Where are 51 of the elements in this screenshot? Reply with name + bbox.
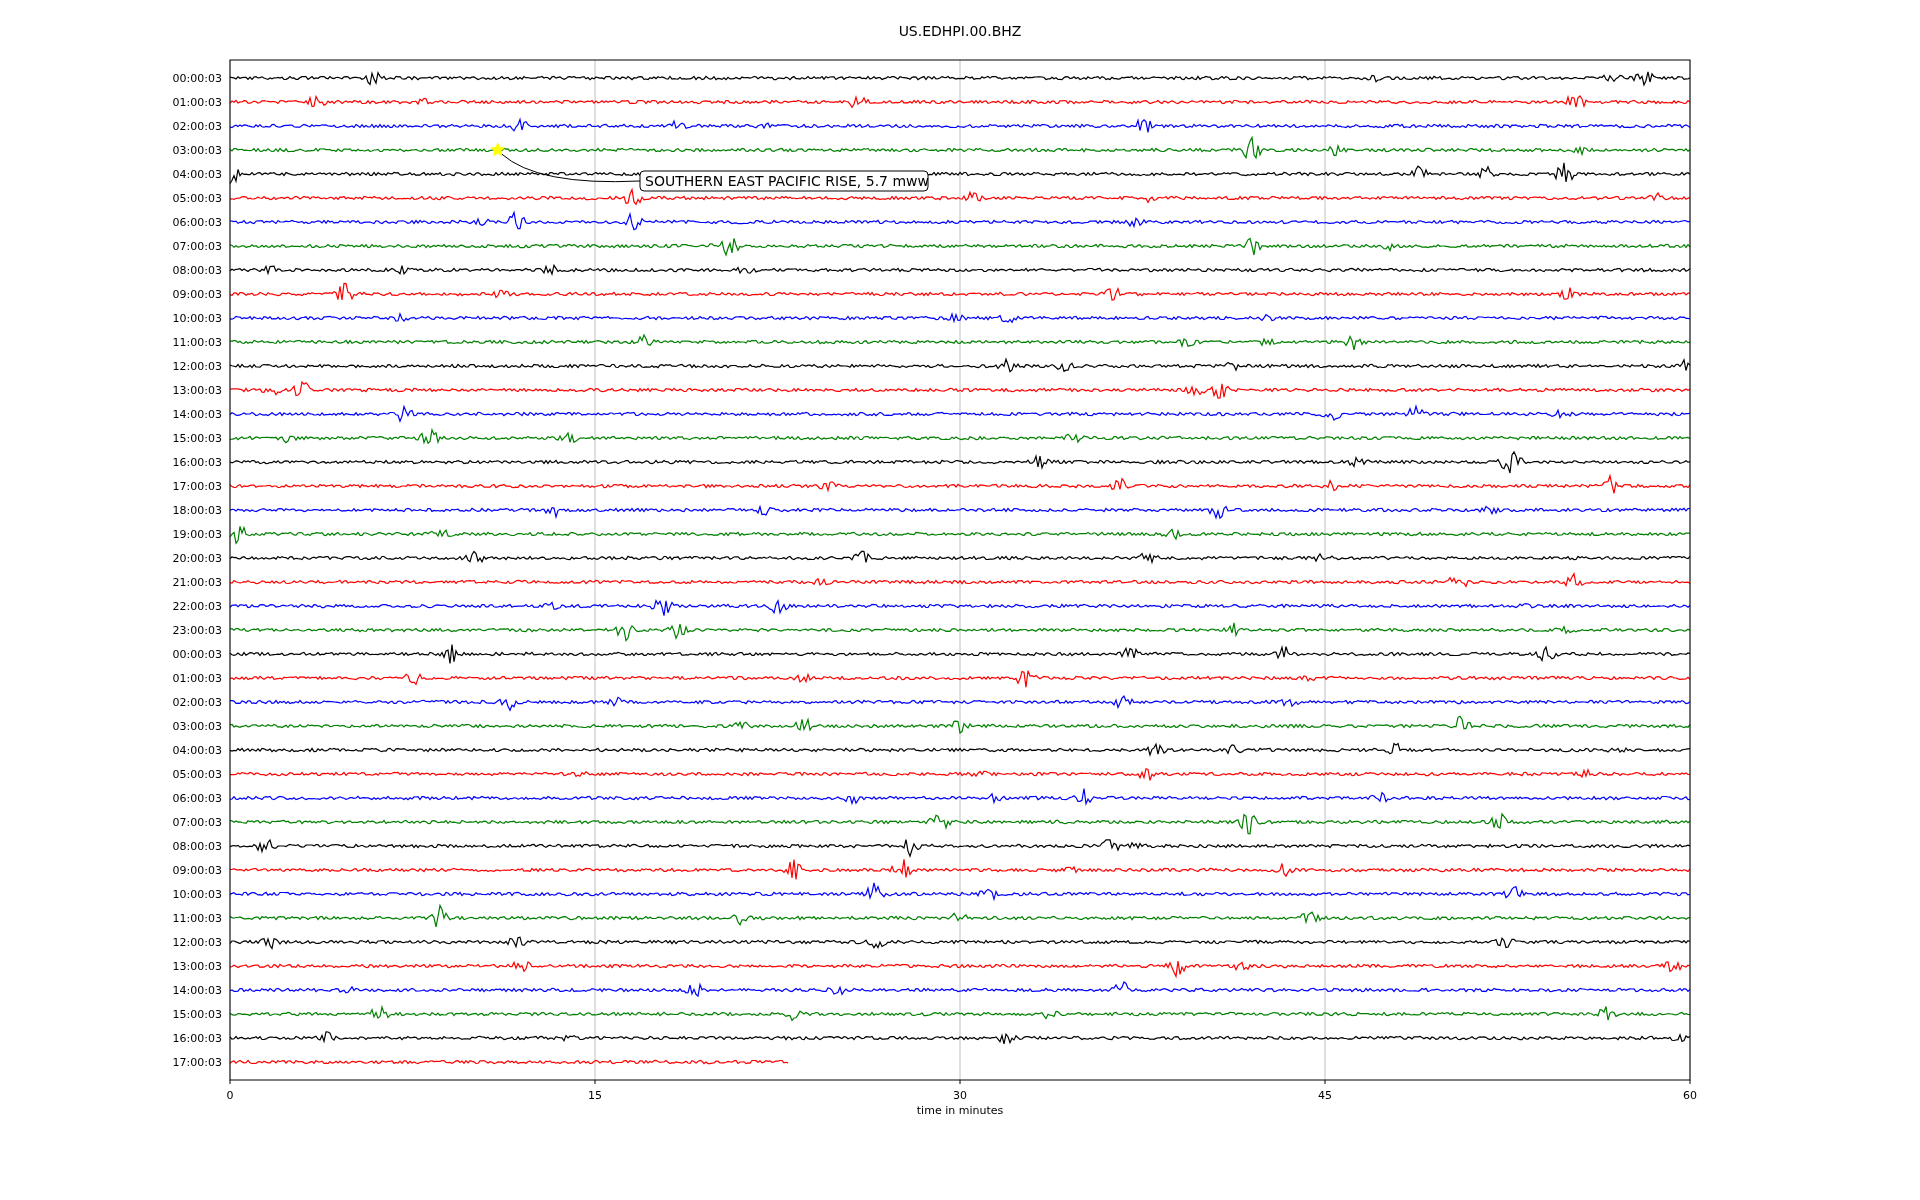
tick-label: 15: [588, 1089, 602, 1102]
time-label: 03:00:03: [172, 144, 222, 157]
time-label: 03:00:03: [172, 720, 222, 733]
time-label: 02:00:03: [172, 120, 222, 133]
time-label: 11:00:03: [172, 336, 222, 349]
time-label: 06:00:03: [172, 792, 222, 805]
time-label: 08:00:03: [172, 264, 222, 277]
time-label: 01:00:03: [172, 96, 222, 109]
time-label: 20:00:03: [172, 552, 222, 565]
time-label: 18:00:03: [172, 504, 222, 517]
time-label: 16:00:03: [172, 456, 222, 469]
time-label: 21:00:03: [172, 576, 222, 589]
time-label: 07:00:03: [172, 816, 222, 829]
time-label: 15:00:03: [172, 1008, 222, 1021]
time-label: 05:00:03: [172, 192, 222, 205]
time-label: 05:00:03: [172, 768, 222, 781]
time-label: 12:00:03: [172, 360, 222, 373]
time-label: 13:00:03: [172, 384, 222, 397]
time-label: 19:00:03: [172, 528, 222, 541]
time-label: 09:00:03: [172, 864, 222, 877]
time-label: 07:00:03: [172, 240, 222, 253]
time-label: 08:00:03: [172, 840, 222, 853]
time-label: 01:00:03: [172, 672, 222, 685]
time-label: 22:00:03: [172, 600, 222, 613]
time-label: 17:00:03: [172, 1056, 222, 1069]
time-label: 10:00:03: [172, 312, 222, 325]
axis-label: time in minutes: [916, 1104, 1004, 1117]
time-label: 11:00:03: [172, 912, 222, 925]
time-label: 12:00:03: [172, 936, 222, 949]
time-label: 15:00:03: [172, 432, 222, 445]
time-label: 00:00:03: [172, 72, 222, 85]
time-label: 13:00:03: [172, 960, 222, 973]
tick-label: 0: [226, 1089, 234, 1102]
time-label: 04:00:03: [172, 168, 222, 181]
time-label: 06:00:03: [172, 216, 222, 229]
time-label: 09:00:03: [172, 288, 222, 301]
time-label: 02:00:03: [172, 696, 222, 709]
time-label: 17:00:03: [172, 480, 222, 493]
time-label: 04:00:03: [172, 744, 222, 757]
event-annotation: SOUTHERN EAST PACIFIC RISE, 5.7 mww: [639, 170, 929, 192]
time-label: 10:00:03: [172, 888, 222, 901]
tick-label: 30: [953, 1089, 967, 1102]
time-label: 23:00:03: [172, 624, 222, 637]
tick-label: 60: [1683, 1089, 1697, 1102]
plot-title: US.EDHPI.00.BHZ: [898, 23, 1022, 39]
star-icon: [490, 142, 506, 157]
time-label: 16:00:03: [172, 1032, 222, 1045]
time-label: 00:00:03: [172, 648, 222, 661]
time-label: 14:00:03: [172, 408, 222, 421]
tick-label: 45: [1318, 1089, 1332, 1102]
time-label: 14:00:03: [172, 984, 222, 997]
